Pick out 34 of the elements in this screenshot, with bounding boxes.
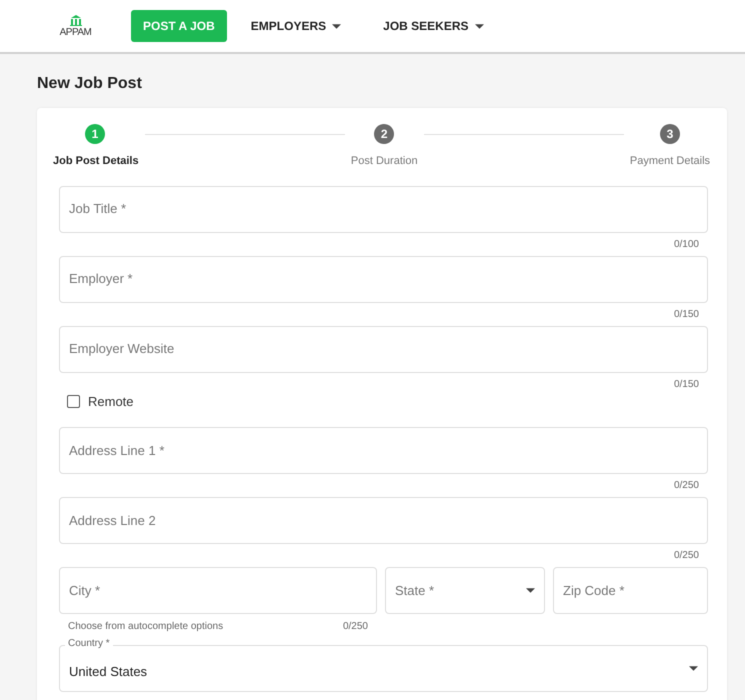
step-label[interactable]: Payment Details — [630, 153, 710, 170]
caret-icon — [474, 24, 484, 28]
character-counter: 0/100 — [672, 238, 700, 252]
page-title: New Job Post — [37, 74, 143, 94]
post-job-button[interactable]: POST A JOB — [131, 10, 227, 42]
input-field[interactable]: Job Title * — [59, 186, 708, 232]
select-field[interactable]: State * — [385, 567, 545, 614]
character-counter: 0/250 — [672, 479, 700, 493]
input-field[interactable]: Employer Website — [59, 326, 708, 372]
character-counter: 0/250 — [342, 620, 368, 634]
remote-checkbox[interactable]: Remote — [67, 392, 708, 411]
character-counter: 0/150 — [672, 378, 700, 392]
building-icon — [70, 14, 82, 26]
input-field[interactable]: Address Line 1 * — [59, 427, 708, 474]
step-number: 1 — [85, 124, 105, 144]
helper-text: Choose from autocomplete options — [68, 620, 224, 634]
nav-dropdown[interactable]: JOB SEEKERS — [383, 11, 484, 41]
caret-icon — [526, 588, 535, 593]
step-label[interactable]: Post Duration — [350, 153, 418, 170]
caret-icon — [689, 666, 698, 671]
input-field[interactable]: City * — [59, 567, 377, 614]
step-label[interactable]: Job Post Details — [53, 153, 139, 170]
step-number: 2 — [374, 124, 394, 144]
character-counter: 0/250 — [672, 549, 700, 563]
input-field[interactable]: Employer * — [59, 256, 708, 302]
nav-dropdown[interactable]: EMPLOYERS — [250, 11, 342, 41]
input-field[interactable]: Zip Code * — [553, 567, 708, 614]
field-label: Country * — [65, 639, 113, 649]
step-number: 3 — [660, 124, 680, 144]
logo-text: APPAM — [60, 28, 92, 38]
input-field[interactable]: Address Line 2 — [59, 497, 708, 544]
logo[interactable]: APPAM — [57, 14, 94, 38]
character-counter: 0/150 — [672, 308, 700, 322]
caret-icon — [332, 24, 342, 28]
